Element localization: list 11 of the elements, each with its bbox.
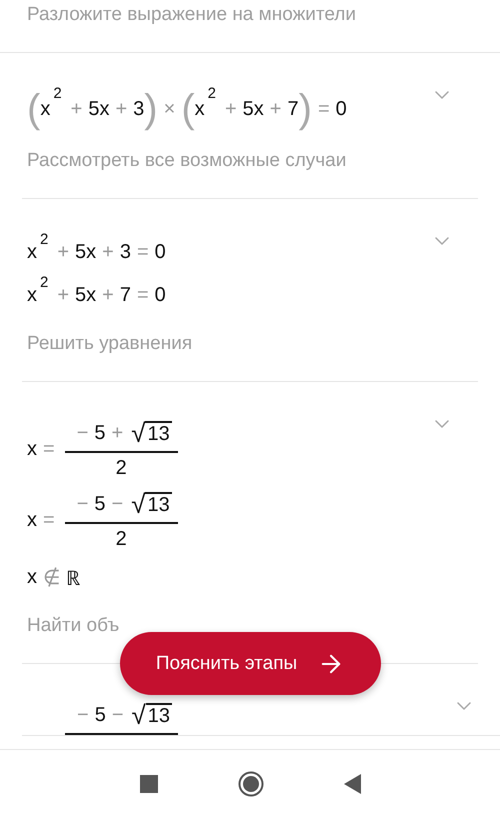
step-caption: Разложите выражение на множители	[27, 4, 356, 26]
step-caption: Решить уравнения	[27, 333, 194, 355]
equation: x ∉ ℝ	[27, 564, 80, 592]
step-caption: Рассмотреть все возможные случаи	[27, 150, 348, 172]
explain-steps-button[interactable]: Пояснить этапы	[120, 632, 381, 695]
equation: x = − 5 + √13 2	[27, 418, 178, 480]
home-nav-icon[interactable]	[238, 770, 264, 797]
equation: − 5 − √13	[27, 700, 178, 735]
step-caption: Найти объ	[27, 615, 120, 637]
back-nav-icon[interactable]	[344, 774, 360, 794]
square-nav-icon[interactable]	[140, 774, 158, 793]
